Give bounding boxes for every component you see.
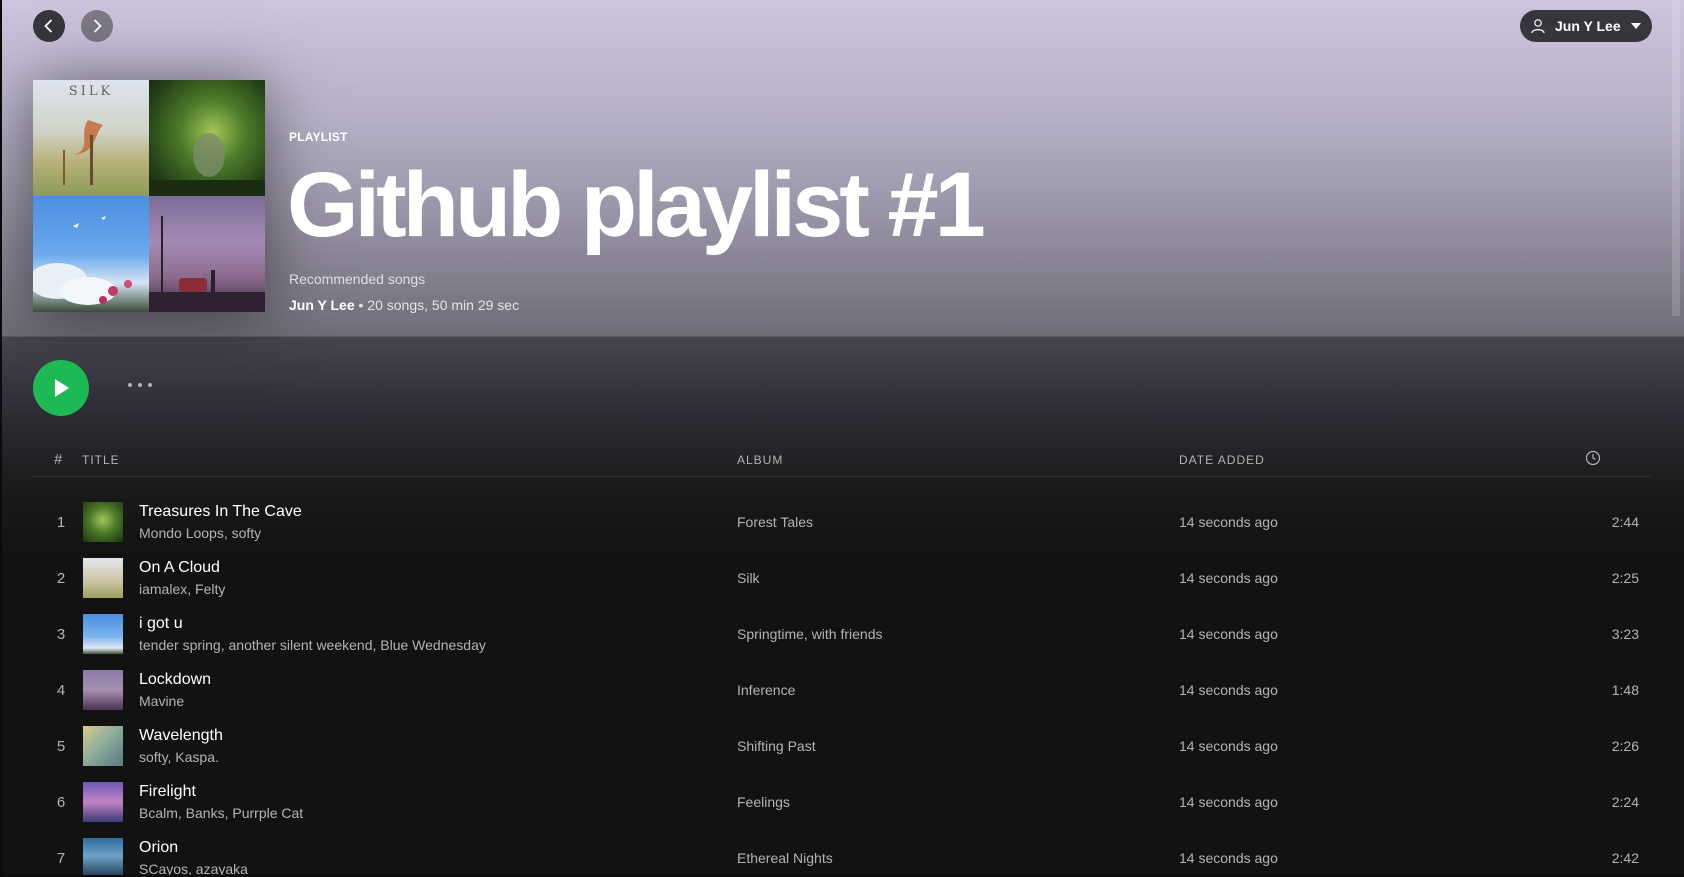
tracklist: 1 Treasures In The Cave Mondo Loops, sof… [33,496,1651,877]
user-menu-button[interactable]: Jun Y Lee [1520,10,1652,42]
track-album[interactable]: Ethereal Nights [737,850,833,866]
track-row[interactable]: 5 Wavelength softy, Kaspa. Shifting Past… [33,720,1651,776]
track-album[interactable]: Silk [737,570,760,586]
playlist-title[interactable]: Github playlist #1 [287,150,986,260]
column-title[interactable]: TITLE [82,453,120,467]
playlist-cover[interactable]: SILK [33,80,265,312]
clock-icon[interactable] [1585,450,1601,469]
track-thumbnail [83,726,123,766]
track-album[interactable]: Forest Tales [737,514,813,530]
track-number: 6 [56,794,66,811]
track-artists[interactable]: tender spring, another silent weekend, B… [139,637,486,653]
chevron-right-icon [93,19,102,33]
track-date-added: 14 seconds ago [1179,570,1278,586]
track-title[interactable]: Treasures In The Cave [139,503,302,521]
track-title[interactable]: Firelight [139,783,196,801]
track-duration: 1:48 [1611,682,1639,698]
playlist-meta: Jun Y Lee • 20 songs, 50 min 29 sec [289,297,519,313]
tracklist-header: # TITLE ALBUM DATE ADDED [33,444,1651,477]
track-duration: 2:42 [1611,850,1639,866]
track-row[interactable]: 6 Firelight Bcalm, Banks, Purrple Cat Fe… [33,776,1651,832]
top-bar: Jun Y Lee [0,0,1684,52]
playlist-owner-link[interactable]: Jun Y Lee [289,297,355,313]
track-title[interactable]: Wavelength [139,727,223,745]
column-number: # [54,451,63,468]
more-dots-icon [148,383,152,387]
play-button[interactable] [33,360,89,416]
window-edge [0,0,2,877]
track-date-added: 14 seconds ago [1179,514,1278,530]
track-date-added: 14 seconds ago [1179,850,1278,866]
track-row[interactable]: 7 Orion SCayos, azayaka Ethereal Nights … [33,832,1651,877]
track-duration: 3:23 [1611,626,1639,642]
forward-button[interactable] [81,10,113,42]
track-artists[interactable]: Bcalm, Banks, Purrple Cat [139,805,303,821]
back-button[interactable] [33,10,65,42]
playlist-stats: • 20 songs, 50 min 29 sec [354,297,520,313]
cover-art-silk: SILK [33,80,149,196]
track-artists[interactable]: iamalex, Felty [139,581,225,597]
track-thumbnail [83,614,123,654]
track-title[interactable]: i got u [139,615,183,633]
more-options-button[interactable] [124,373,156,397]
track-date-added: 14 seconds ago [1179,738,1278,754]
column-date-added[interactable]: DATE ADDED [1179,453,1265,467]
playlist-page: Jun Y Lee SILK PLAYLIST Github playlist … [0,0,1684,877]
user-icon [1528,16,1548,36]
track-number: 7 [56,850,66,867]
caret-down-icon [1630,23,1641,29]
track-title[interactable]: On A Cloud [139,559,220,577]
chevron-left-icon [44,19,53,33]
track-duration: 2:25 [1611,570,1639,586]
more-dots-icon [128,383,132,387]
track-album[interactable]: Inference [737,682,795,698]
cover-art-springtime [33,196,149,312]
track-number: 3 [56,626,66,643]
column-album[interactable]: ALBUM [737,453,783,467]
playlist-description: Recommended songs [289,271,426,287]
track-number: 1 [56,514,66,531]
track-number: 2 [56,570,66,587]
track-artists[interactable]: softy, Kaspa. [139,749,219,765]
track-album[interactable]: Shifting Past [737,738,816,754]
track-row[interactable]: 1 Treasures In The Cave Mondo Loops, sof… [33,496,1651,552]
track-date-added: 14 seconds ago [1179,794,1278,810]
cover-art-forest [149,80,265,196]
track-thumbnail [83,838,123,877]
track-artists[interactable]: Mavine [139,693,184,709]
track-number: 4 [56,682,66,699]
track-album[interactable]: Feelings [737,794,790,810]
track-date-added: 14 seconds ago [1179,626,1278,642]
track-thumbnail [83,502,123,542]
track-date-added: 14 seconds ago [1179,682,1278,698]
play-icon [55,379,69,397]
track-thumbnail [83,558,123,598]
playlist-type-label: PLAYLIST [289,130,348,144]
track-title[interactable]: Lockdown [139,671,211,689]
more-dots-icon [138,383,142,387]
track-duration: 2:24 [1611,794,1639,810]
cover-art-inference [149,196,265,312]
track-row[interactable]: 4 Lockdown Mavine Inference 14 seconds a… [33,664,1651,720]
track-album[interactable]: Springtime, with friends [737,626,883,642]
track-row[interactable]: 2 On A Cloud iamalex, Felty Silk 14 seco… [33,552,1651,608]
track-artists[interactable]: Mondo Loops, softy [139,525,261,541]
scrollbar-thumb[interactable] [1672,0,1680,316]
user-name: Jun Y Lee [1555,18,1621,34]
scrollbar[interactable] [1668,0,1684,877]
track-title[interactable]: Orion [139,839,178,857]
track-row[interactable]: 3 i got u tender spring, another silent … [33,608,1651,664]
track-number: 5 [56,738,66,755]
track-duration: 2:44 [1611,514,1639,530]
track-duration: 2:26 [1611,738,1639,754]
track-thumbnail [83,782,123,822]
track-thumbnail [83,670,123,710]
